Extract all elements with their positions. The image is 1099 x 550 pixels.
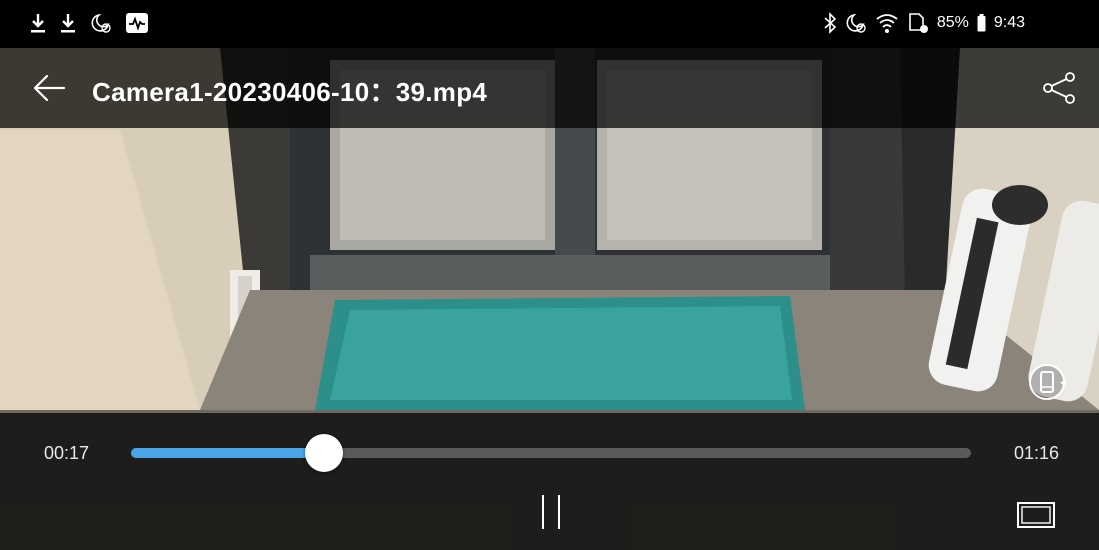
seek-progress [131, 448, 325, 458]
battery-percentage: 85% [936, 14, 969, 31]
playback-controls: 00:17 01:16 [0, 413, 1099, 550]
status-clock: 9:43 [993, 14, 1025, 31]
total-duration: 01:16 [1013, 443, 1059, 463]
do-not-disturb-alarm-icon [90, 12, 112, 34]
download-icon [60, 12, 76, 34]
download-icon [30, 12, 46, 34]
aspect-ratio-button[interactable] [1016, 501, 1056, 529]
video-player-screen: 85% 9:43 Camera1-20230406-10：39.mp4 00:1… [0, 0, 1099, 550]
battery-icon [977, 14, 986, 32]
video-title: Camera1-20230406-10：39.mp4 [92, 77, 488, 107]
bluetooth-icon [823, 12, 837, 34]
aspect-ratio-icon [1017, 502, 1055, 528]
share-icon [1043, 72, 1075, 104]
status-bar-system: 85% 9:43 [823, 12, 1025, 34]
screen-rotation-icon [1029, 364, 1067, 400]
activity-monitor-icon [126, 13, 148, 33]
rotate-screen-button[interactable] [1027, 362, 1067, 402]
back-arrow-icon [33, 74, 66, 102]
seek-thumb[interactable] [305, 434, 344, 472]
seek-bar[interactable] [131, 434, 971, 472]
status-bar-notifications [30, 12, 148, 34]
elapsed-time: 00:17 [44, 443, 90, 463]
sim-card-icon [907, 12, 929, 34]
wifi-icon [875, 12, 899, 34]
status-bar: 85% 9:43 [0, 0, 1099, 48]
do-not-disturb-alarm-icon [845, 12, 867, 34]
back-button[interactable] [30, 68, 70, 108]
pause-button[interactable] [532, 491, 570, 533]
share-button[interactable] [1039, 68, 1079, 108]
title-bar: Camera1-20230406-10：39.mp4 [0, 48, 1099, 128]
